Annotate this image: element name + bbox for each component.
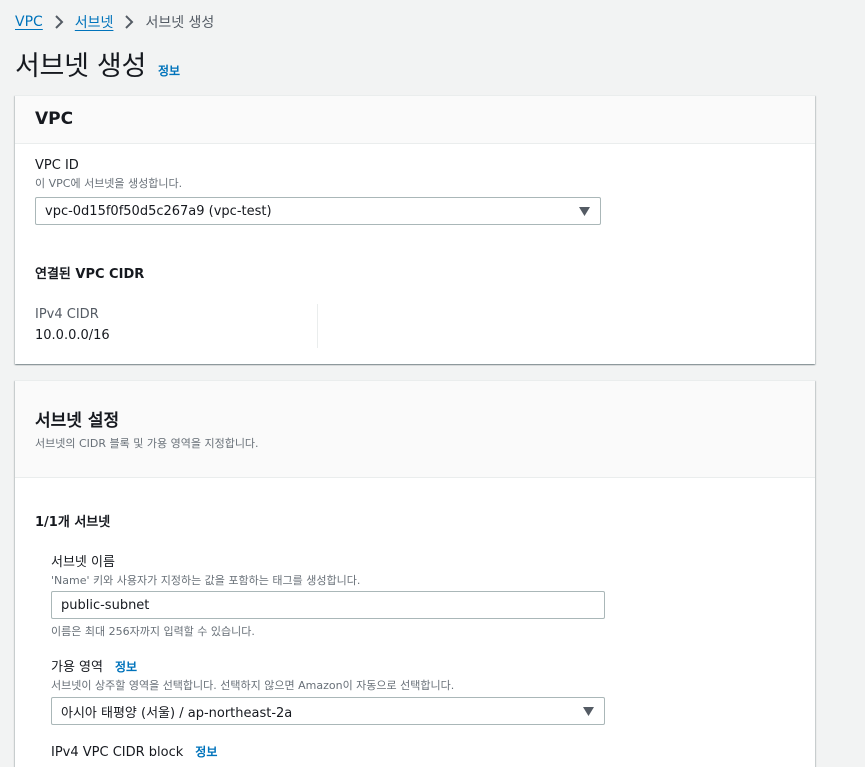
column-divider	[317, 304, 318, 348]
vpc-panel-header: VPC	[15, 96, 815, 144]
subnet-settings-panel: 서브넷 설정 서브넷의 CIDR 블록 및 가용 영역을 지정합니다. 1/1개…	[15, 380, 815, 767]
chevron-right-icon	[119, 12, 139, 32]
availability-zone-info-link[interactable]: 정보	[115, 658, 137, 675]
ipv4-cidr-label: IPv4 CIDR	[35, 307, 99, 322]
ipv4-cidr-block-info-link[interactable]: 정보	[195, 743, 217, 760]
availability-zone-label: 가용 영역	[51, 660, 103, 675]
caret-down-icon	[583, 707, 594, 716]
vpc-id-label: VPC ID	[35, 158, 79, 173]
vpc-panel: VPC VPC ID 이 VPC에 서브넷을 생성합니다. vpc-0d15f0…	[15, 95, 815, 364]
subnet-name-label: 서브넷 이름	[51, 555, 115, 570]
subnet-name-field: 서브넷 이름 'Name' 키와 사용자가 지정하는 값을 포함하는 태그를 생…	[51, 551, 360, 588]
subnet-name-description: 'Name' 키와 사용자가 지정하는 값을 포함하는 태그를 생성합니다.	[51, 574, 361, 587]
vpc-id-select[interactable]: vpc-0d15f0f50d5c267a9 (vpc-test)	[35, 197, 601, 225]
breadcrumb-current: 서브넷 생성	[145, 15, 215, 31]
vpc-panel-title: VPC	[35, 109, 74, 129]
ipv4-cidr-column: IPv4 CIDR 10.0.0.0/16	[35, 307, 110, 343]
caret-down-icon	[579, 207, 590, 216]
subnet-settings-title: 서브넷 설정	[35, 411, 120, 431]
page-info-link[interactable]: 정보	[158, 62, 180, 79]
subnet-name-constraint: 이름은 최대 256자까지 입력할 수 있습니다.	[51, 625, 255, 638]
breadcrumb: VPC 서브넷 서브넷 생성	[15, 12, 214, 32]
breadcrumb-subnet-link[interactable]: 서브넷	[75, 12, 114, 32]
subnet-settings-header: 서브넷 설정 서브넷의 CIDR 블록 및 가용 영역을 지정합니다.	[15, 381, 815, 478]
page-title: 서브넷 생성	[15, 51, 146, 82]
subnet-name-input[interactable]: public-subnet	[51, 591, 605, 619]
availability-zone-select[interactable]: 아시아 태평양 (서울) / ap-northeast-2a	[51, 697, 605, 725]
breadcrumb-vpc-link[interactable]: VPC	[15, 14, 43, 30]
ipv4-cidr-block-field: IPv4 VPC CIDR block 정보	[51, 743, 217, 760]
availability-zone-field: 가용 영역 정보 서브넷이 상주할 영역을 선택합니다. 선택하지 않으면 Am…	[51, 656, 454, 693]
ipv4-cidr-value: 10.0.0.0/16	[35, 328, 110, 343]
availability-zone-selected-value: 아시아 태평양 (서울) / ap-northeast-2a	[61, 705, 293, 721]
ipv4-cidr-block-label: IPv4 VPC CIDR block	[51, 745, 184, 760]
subnet-settings-description: 서브넷의 CIDR 블록 및 가용 영역을 지정합니다.	[35, 437, 259, 450]
vpc-id-selected-value: vpc-0d15f0f50d5c267a9 (vpc-test)	[45, 203, 272, 219]
page-header: 서브넷 생성 정보	[15, 44, 180, 83]
vpc-id-description: 이 VPC에 서브넷을 생성합니다.	[35, 177, 183, 190]
subnet-name-value: public-subnet	[61, 597, 150, 613]
availability-zone-description: 서브넷이 상주할 영역을 선택합니다. 선택하지 않으면 Amazon이 자동으…	[51, 679, 455, 692]
vpc-id-field: VPC ID 이 VPC에 서브넷을 생성합니다.	[35, 158, 182, 191]
chevron-right-icon	[49, 12, 69, 32]
associated-cidr-heading: 연결된 VPC CIDR	[35, 267, 145, 282]
subnet-count-heading: 1/1개 서브넷	[35, 515, 111, 530]
